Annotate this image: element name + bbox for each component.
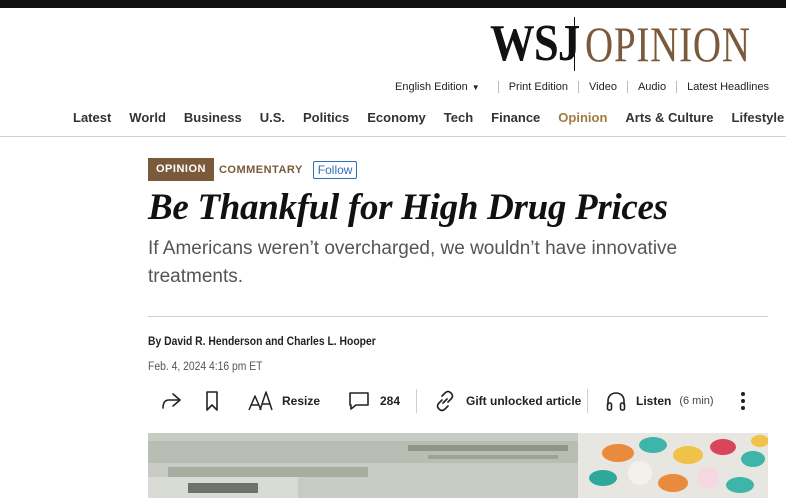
comments-count: 284 (380, 394, 401, 408)
commentary-tag[interactable]: COMMENTARY (219, 164, 303, 176)
edition-label: English Edition (395, 81, 468, 93)
headphones-icon (606, 392, 626, 411)
text-size-icon (248, 391, 273, 411)
resize-button[interactable]: Resize (248, 384, 320, 418)
article-headline: Be Thankful for High Drug Prices (148, 187, 668, 228)
nav-item-economy[interactable]: Economy (367, 110, 426, 125)
nav-item-latest[interactable]: Latest (73, 110, 111, 125)
nav-item-opinion[interactable]: Opinion (558, 110, 607, 125)
nav-item-arts-culture[interactable]: Arts & Culture (625, 110, 713, 125)
toolbar-divider (416, 389, 417, 413)
logo-wsj: WSJ (490, 15, 580, 72)
link-icon (436, 390, 454, 412)
share-icon (162, 393, 181, 409)
hero-image (148, 433, 768, 498)
article-tags: OPINION COMMENTARY Follow (148, 158, 358, 181)
comments-button[interactable]: 284 (348, 384, 400, 418)
article-dek: If Americans weren’t overcharged, we wou… (148, 238, 678, 287)
listen-button[interactable]: Listen (6 min) (605, 384, 714, 418)
masthead-logo[interactable]: WSJ OPINION (490, 16, 786, 72)
section-nav: Latest World Business U.S. Politics Econ… (0, 108, 786, 137)
nav-item-world[interactable]: World (129, 110, 166, 125)
bookmark-icon (206, 391, 218, 411)
publish-date: Feb. 4, 2024 4:16 pm ET (148, 361, 263, 373)
top-bar (0, 0, 786, 8)
article-toolbar: Resize 284 Gift unlocked article Listen … (160, 384, 760, 418)
nav-item-finance[interactable]: Finance (491, 110, 540, 125)
utility-link-video[interactable]: Video (578, 81, 627, 93)
more-options-button[interactable] (738, 384, 748, 418)
opinion-tag[interactable]: OPINION (148, 158, 214, 181)
gift-article-label: Gift unlocked article (466, 394, 582, 408)
gift-article-button[interactable]: Gift unlocked article (434, 384, 581, 418)
divider (148, 316, 768, 317)
utility-link-latest-headlines[interactable]: Latest Headlines (676, 81, 779, 93)
toolbar-divider (587, 389, 588, 413)
nav-item-us[interactable]: U.S. (260, 110, 285, 125)
caret-down-icon: ▼ (471, 82, 480, 92)
nav-item-lifestyle[interactable]: Lifestyle (732, 110, 785, 125)
nav-item-politics[interactable]: Politics (303, 110, 349, 125)
edition-selector[interactable]: English Edition ▼ (395, 81, 498, 93)
resize-label: Resize (282, 394, 321, 408)
more-vertical-icon (741, 392, 745, 410)
comment-icon (349, 392, 369, 410)
nav-item-business[interactable]: Business (184, 110, 242, 125)
share-button[interactable] (160, 384, 182, 418)
logo-opinion: OPINION (585, 16, 751, 72)
follow-button[interactable]: Follow (312, 160, 358, 179)
utility-nav: English Edition ▼ Print Edition Video Au… (395, 81, 779, 93)
byline[interactable]: By David R. Henderson and Charles L. Hoo… (148, 336, 376, 348)
nav-item-tech[interactable]: Tech (444, 110, 473, 125)
listen-duration: (6 min) (679, 395, 714, 407)
save-button[interactable] (204, 384, 220, 418)
utility-link-audio[interactable]: Audio (626, 81, 676, 93)
listen-label: Listen (636, 394, 672, 408)
utility-link-print-edition[interactable]: Print Edition (497, 81, 578, 93)
